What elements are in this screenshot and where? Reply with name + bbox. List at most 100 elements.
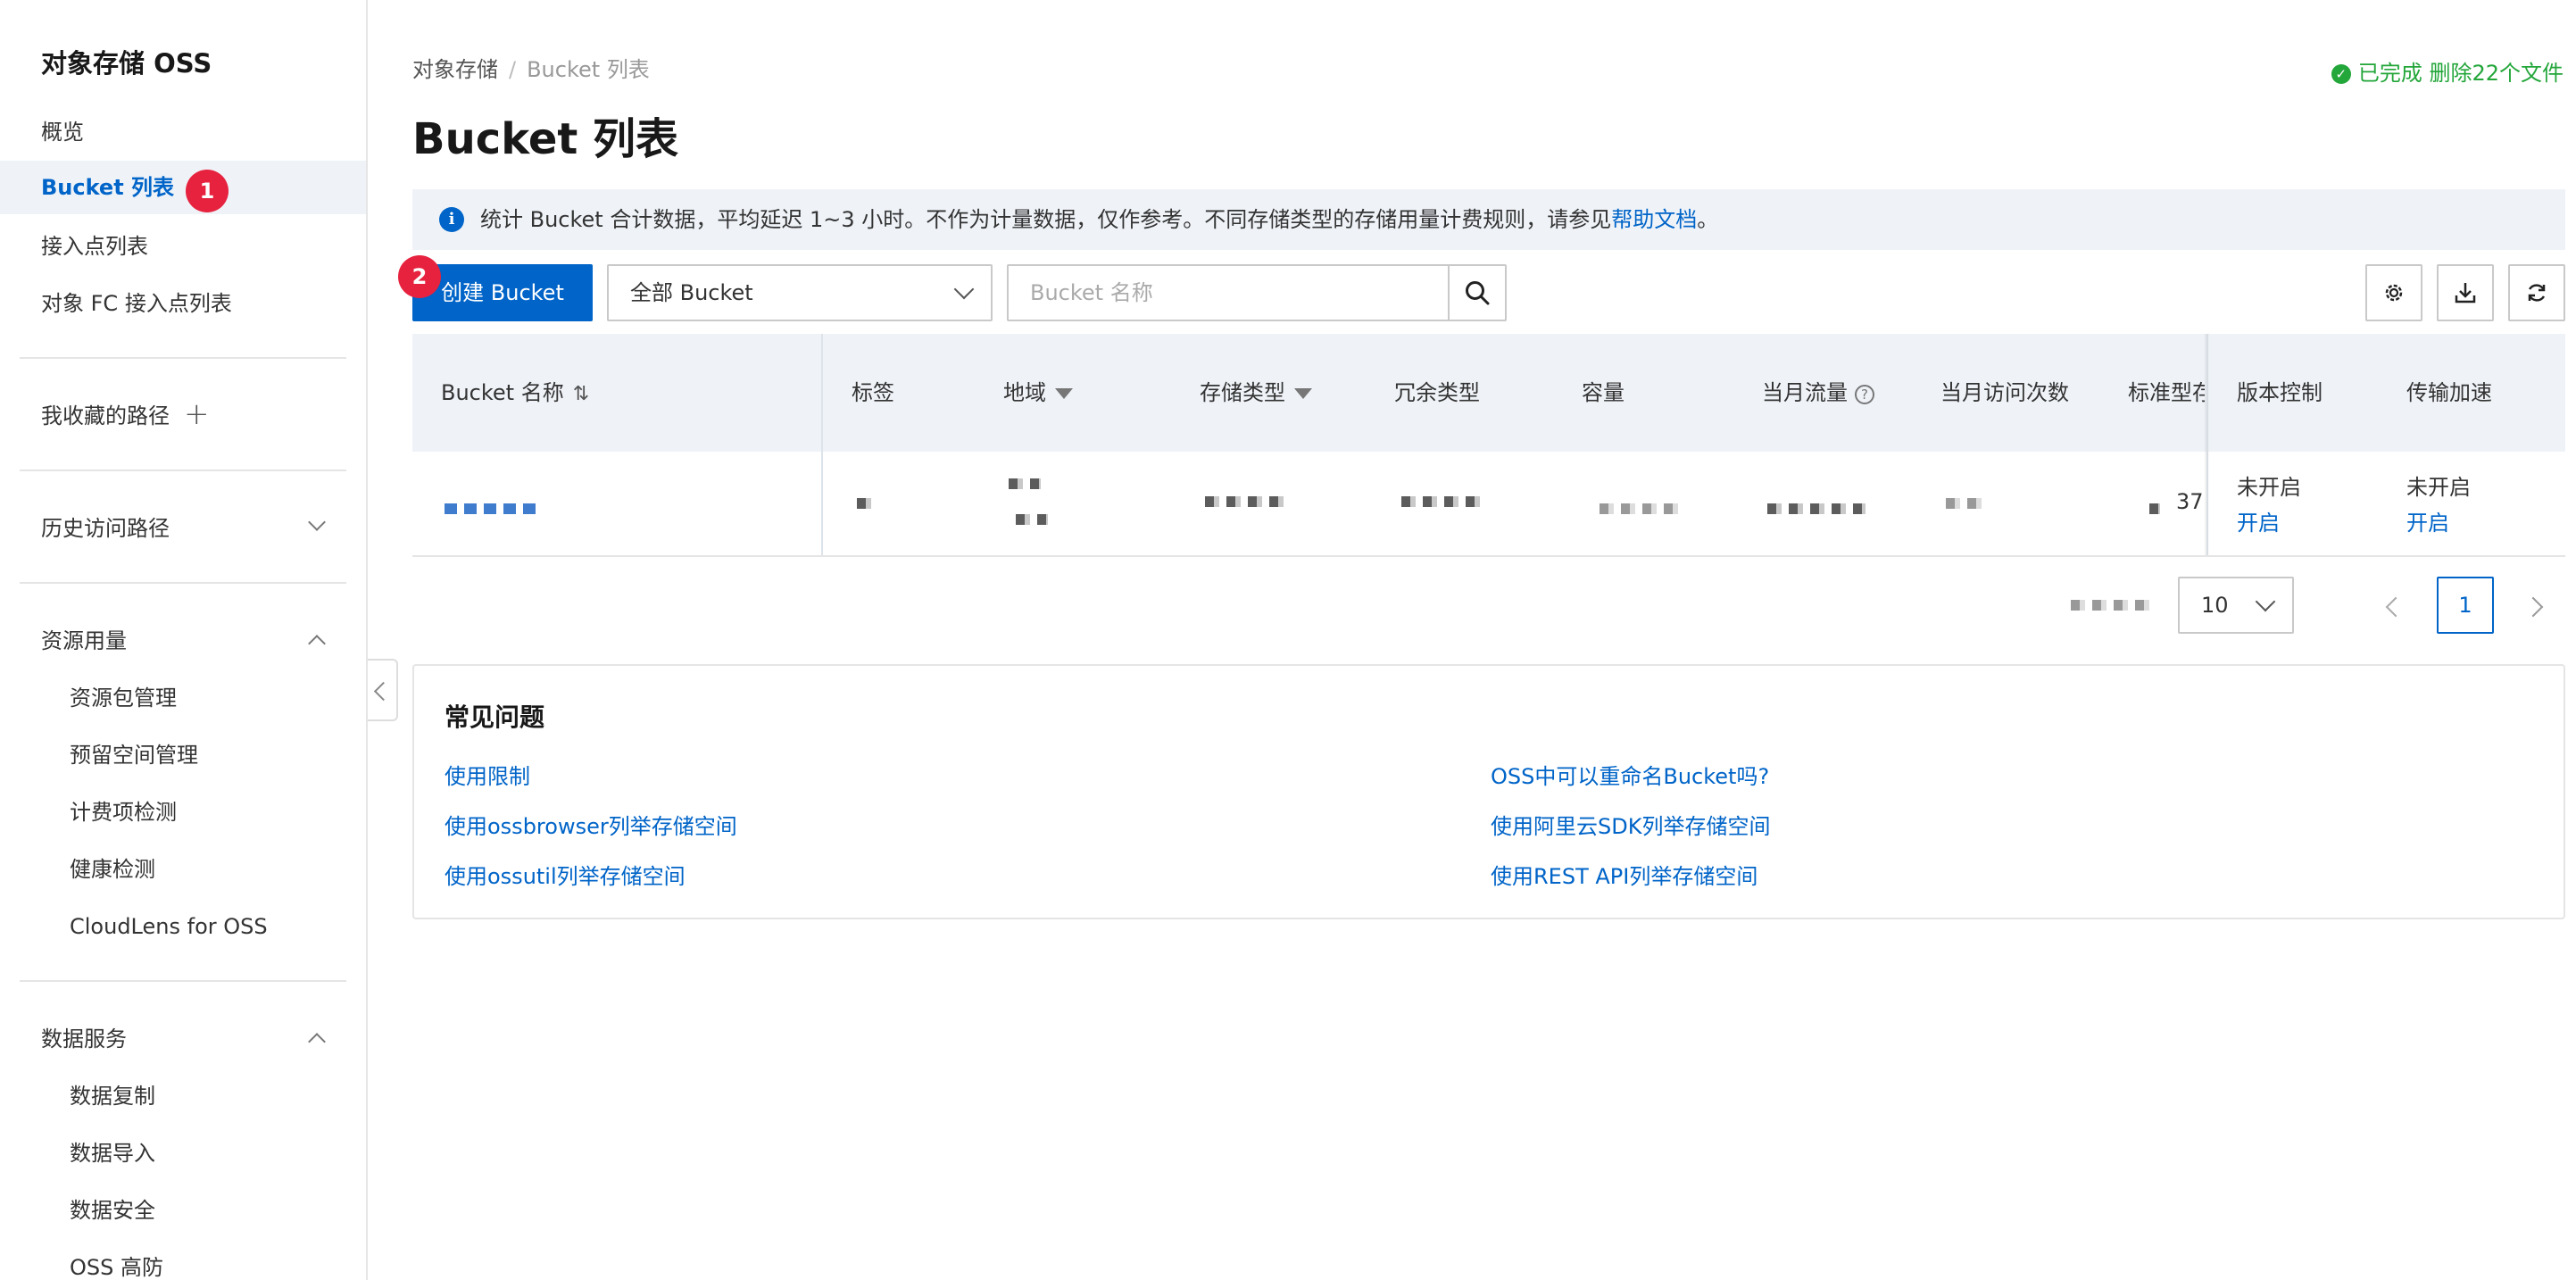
task-status[interactable]: ✓ 已完成 删除22个文件 bbox=[2331, 55, 2564, 87]
bucket-filter-value: 全部 Bucket bbox=[630, 280, 753, 305]
column-header-name[interactable]: Bucket 名称 ⇅ bbox=[441, 334, 589, 452]
breadcrumb-current: Bucket 列表 bbox=[527, 57, 650, 82]
next-page-button[interactable] bbox=[2508, 577, 2565, 634]
notice-suffix: 。 bbox=[1697, 207, 1719, 232]
sidebar-favorites[interactable]: 我收藏的路径 + bbox=[0, 389, 366, 443]
prev-page-button[interactable] bbox=[2365, 577, 2422, 634]
sidebar-data-service[interactable]: 数据服务 bbox=[0, 1012, 366, 1066]
sidebar-item-overview[interactable]: 概览 bbox=[0, 105, 366, 159]
redacted-cell bbox=[2149, 503, 2160, 514]
page-number-button[interactable]: 1 bbox=[2437, 577, 2494, 634]
standard-storage-value: 37 bbox=[2176, 489, 2204, 514]
help-doc-link[interactable]: 帮助文档 bbox=[1611, 207, 1697, 232]
search-icon bbox=[1466, 281, 1490, 305]
refresh-button[interactable] bbox=[2508, 264, 2565, 321]
page-title: Bucket 列表 bbox=[412, 114, 679, 164]
sidebar-item-resource-package[interactable]: 资源包管理 bbox=[0, 671, 366, 725]
redacted-cell bbox=[1946, 498, 1982, 509]
chevron-down-icon bbox=[2255, 591, 2276, 612]
redacted-cell bbox=[1009, 478, 1041, 489]
sidebar-history[interactable]: 历史访问路径 bbox=[0, 502, 366, 555]
versioning-enable-link[interactable]: 开启 bbox=[2237, 505, 2280, 536]
download-button[interactable] bbox=[2437, 264, 2494, 321]
table-row: 37 未开启 开启 未开启 开启 bbox=[412, 452, 2565, 557]
faq-title: 常见问题 bbox=[445, 702, 545, 732]
sidebar-item-reserved-space[interactable]: 预留空间管理 bbox=[0, 728, 366, 782]
chevron-up-icon bbox=[308, 635, 326, 652]
column-header-tags: 标签 bbox=[852, 380, 894, 405]
notice-text: 统计 Bucket 合计数据，平均延迟 1~3 小时。不作为计量数据，仅作参考。… bbox=[480, 207, 1612, 232]
faq-link[interactable]: 使用ossutil列举存储空间 bbox=[445, 859, 686, 890]
bucket-name-link[interactable] bbox=[445, 503, 537, 514]
search-button[interactable] bbox=[1448, 266, 1505, 320]
breadcrumb-root[interactable]: 对象存储 bbox=[412, 57, 498, 82]
sidebar-item-data-replication[interactable]: 数据复制 bbox=[0, 1069, 366, 1123]
versioning-status: 未开启 bbox=[2237, 475, 2301, 500]
column-header-redundancy: 冗余类型 bbox=[1394, 380, 1480, 405]
page-size-select[interactable]: 10 bbox=[2178, 577, 2294, 634]
column-header-storage-class[interactable]: 存储类型 bbox=[1200, 334, 1312, 452]
faq-link[interactable]: 使用ossbrowser列举存储空间 bbox=[445, 809, 737, 840]
plus-icon[interactable]: + bbox=[184, 399, 210, 429]
sidebar-item-fc-access-points[interactable]: 对象 FC 接入点列表 bbox=[0, 277, 366, 330]
chevron-down-icon bbox=[953, 278, 975, 300]
faq-link[interactable]: OSS中可以重命名Bucket吗? bbox=[1491, 759, 1769, 790]
acceleration-status: 未开启 bbox=[2406, 475, 2471, 500]
breadcrumb-separator: / bbox=[509, 57, 517, 82]
redacted-cell bbox=[1600, 503, 1685, 514]
table-header: Bucket 名称 ⇅ 标签 地域 存储类型 冗余类型 容量 当月流量? 当月访问… bbox=[412, 334, 2565, 452]
redacted-cell bbox=[1401, 496, 1487, 507]
column-header-versioning: 版本控制 bbox=[2237, 380, 2323, 405]
sidebar-item-billing-check[interactable]: 计费项检测 bbox=[0, 785, 366, 839]
sidebar: 对象存储 OSS 概览 Bucket 列表 接入点列表 对象 FC 接入点列表 … bbox=[0, 0, 368, 1280]
resource-label: 资源用量 bbox=[41, 628, 127, 653]
redacted-total-count bbox=[2071, 600, 2151, 611]
faq-link[interactable]: 使用REST API列举存储空间 bbox=[1491, 859, 1757, 890]
filter-icon[interactable] bbox=[1294, 388, 1312, 399]
column-header-region[interactable]: 地域 bbox=[1003, 334, 1073, 452]
info-icon: i bbox=[439, 207, 464, 232]
breadcrumb: 对象存储 / Bucket 列表 bbox=[412, 52, 650, 83]
column-header-standard: 标准型存 bbox=[2128, 380, 2205, 405]
sidebar-item-health-check[interactable]: 健康检测 bbox=[0, 843, 366, 896]
sidebar-divider bbox=[20, 470, 346, 471]
help-icon[interactable]: ? bbox=[1855, 385, 1874, 404]
redacted-cell bbox=[1767, 503, 1866, 514]
data-service-label: 数据服务 bbox=[41, 1026, 127, 1051]
column-header-capacity: 容量 bbox=[1582, 380, 1625, 405]
chevron-down-icon bbox=[308, 513, 326, 531]
column-header-visits: 当月访问次数 bbox=[1940, 380, 2069, 405]
sidebar-item-oss-ddos[interactable]: OSS 高防 bbox=[0, 1241, 366, 1280]
annotation-badge-2: 2 bbox=[398, 255, 441, 298]
sidebar-divider bbox=[20, 582, 346, 584]
sidebar-item-data-security[interactable]: 数据安全 bbox=[0, 1184, 366, 1237]
bucket-filter-select[interactable]: 全部 Bucket bbox=[607, 264, 993, 321]
redacted-cell bbox=[1205, 496, 1291, 507]
sidebar-divider bbox=[20, 980, 346, 982]
sidebar-item-bucket-list[interactable]: Bucket 列表 bbox=[0, 161, 366, 214]
faq-link[interactable]: 使用限制 bbox=[445, 759, 530, 790]
filter-icon[interactable] bbox=[1055, 388, 1073, 399]
acceleration-enable-link[interactable]: 开启 bbox=[2406, 505, 2449, 536]
sidebar-item-data-import[interactable]: 数据导入 bbox=[0, 1126, 366, 1180]
bucket-search-input[interactable] bbox=[1009, 266, 1450, 320]
sidebar-item-label: Bucket 列表 bbox=[41, 175, 175, 200]
column-header-traffic: 当月流量? bbox=[1762, 334, 1874, 452]
sort-icon[interactable]: ⇅ bbox=[573, 383, 589, 405]
sidebar-divider bbox=[20, 357, 346, 359]
faq-panel: 常见问题 使用限制 OSS中可以重命名Bucket吗? 使用ossbrowser… bbox=[412, 664, 2565, 919]
sidebar-item-cloudlens[interactable]: CloudLens for OSS bbox=[0, 900, 366, 953]
bucket-search bbox=[1007, 264, 1507, 321]
refresh-icon bbox=[2528, 284, 2546, 302]
sidebar-collapse-button[interactable] bbox=[368, 659, 398, 721]
download-icon bbox=[2455, 283, 2476, 303]
gear-icon bbox=[2385, 284, 2403, 302]
settings-button[interactable] bbox=[2365, 264, 2422, 321]
sidebar-item-access-points[interactable]: 接入点列表 bbox=[0, 220, 366, 273]
status-text: 已完成 删除22个文件 bbox=[2357, 61, 2564, 86]
faq-link[interactable]: 使用阿里云SDK列举存储空间 bbox=[1491, 809, 1770, 840]
check-circle-icon: ✓ bbox=[2331, 64, 2351, 84]
sidebar-resource-usage[interactable]: 资源用量 bbox=[0, 614, 366, 668]
page-size-value: 10 bbox=[2201, 593, 2229, 618]
redacted-cell bbox=[857, 498, 873, 509]
